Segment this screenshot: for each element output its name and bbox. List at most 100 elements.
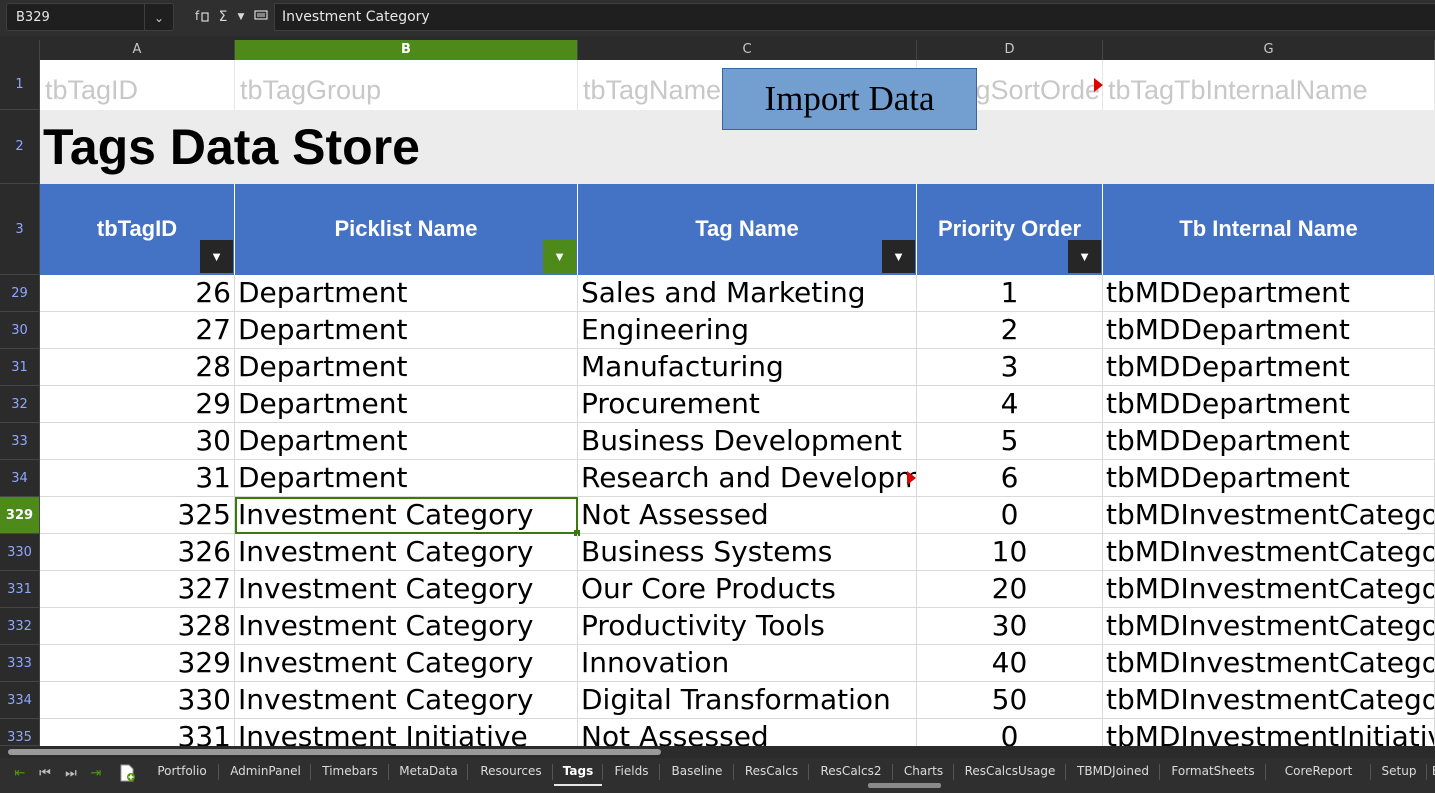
header-priority-order[interactable]: Priority Order ▼ [917,184,1103,275]
sum-dropdown-icon[interactable]: ▼ [234,7,248,27]
sum-icon[interactable]: Σ [214,7,232,27]
cell-internal-name[interactable]: tbMDInvestmentCategory [1103,534,1435,571]
row-header[interactable]: 31 [0,349,40,386]
sheet-tab-fields[interactable]: Fields [604,758,659,784]
sheet-tab-metadata[interactable]: MetaData [390,758,467,784]
cell-priority-order[interactable]: 4 [917,386,1103,423]
sheet-tab-formatsheets[interactable]: FormatSheets [1161,758,1265,784]
sheet-tab-tbmdjoined[interactable]: TBMDJoined [1067,758,1159,784]
row-header[interactable]: 332 [0,608,40,645]
cell-tag-name[interactable]: Engineering [578,312,917,349]
cell-internal-name[interactable]: tbMDInvestmentCategory [1103,608,1435,645]
add-sheet-icon[interactable] [116,764,138,784]
cell-tag-name[interactable]: Procurement [578,386,917,423]
row-header[interactable]: 335 [0,719,40,746]
sheet-tab-baseline[interactable]: Baseline [661,758,733,784]
horizontal-scrollbar[interactable] [0,746,1435,758]
header-tag-name[interactable]: Tag Name ▼ [578,184,917,275]
cell-picklist-name[interactable]: Investment Category [235,645,578,682]
cell-tag-id[interactable]: 31 [40,460,235,497]
sheet-tab-charts[interactable]: Charts [894,758,953,784]
cell-priority-order[interactable]: 0 [917,719,1103,746]
sheet-tab-adminpanel[interactable]: AdminPanel [221,758,310,784]
cell-tag-name[interactable]: Productivity Tools [578,608,917,645]
cell-tag-name[interactable]: Sales and Marketing [578,275,917,312]
cell-picklist-name[interactable]: Investment Category [235,608,578,645]
cell-picklist-name[interactable]: Department [235,460,578,497]
cell-tag-id[interactable]: 329 [40,645,235,682]
cell-internal-name[interactable]: tbMDInvestmentCategory [1103,497,1435,534]
sheet-tab-resources[interactable]: Resources [470,758,552,784]
select-all-corner[interactable] [0,40,40,60]
cell-tag-id[interactable]: 330 [40,682,235,719]
header-picklist-name[interactable]: Picklist Name ▼ [235,184,578,275]
cell-tag-id[interactable]: 328 [40,608,235,645]
cell-picklist-name[interactable]: Department [235,423,578,460]
column-header-c[interactable]: C [578,40,917,60]
cell-internal-name[interactable]: tbMDDepartment [1103,349,1435,386]
cell-picklist-name[interactable]: Department [235,312,578,349]
row-header[interactable]: 3 [0,184,40,275]
cell-tag-name[interactable]: Manufacturing [578,349,917,386]
cell-internal-name[interactable]: tbMDInvestmentCategory [1103,645,1435,682]
cell-picklist-name[interactable]: Investment Category [235,682,578,719]
formula-input[interactable]: Investment Category [274,3,1435,31]
sheet-tab-timebars[interactable]: Timebars [312,758,388,784]
cell-tag-name[interactable]: Business Development [578,423,917,460]
cell-tag-id[interactable]: 28 [40,349,235,386]
function-wizard-icon[interactable]: f [193,7,211,27]
page-title[interactable]: Tags Data Store [43,118,420,176]
filter-dropdown-icon[interactable]: ▼ [200,240,233,273]
cell-priority-order[interactable]: 3 [917,349,1103,386]
cell-priority-order[interactable]: 10 [917,534,1103,571]
cell-internal-name[interactable]: tbMDDepartment [1103,386,1435,423]
row-header[interactable]: 34 [0,460,40,497]
filter-active-icon[interactable]: ▼ [543,240,576,273]
column-header-a[interactable]: A [40,40,235,60]
filter-dropdown-icon[interactable]: ▼ [1068,240,1101,273]
row-header[interactable]: 30 [0,312,40,349]
name-box[interactable]: B329 ⌄ [6,3,174,31]
cell-tag-name[interactable]: Not Assessed [578,719,917,746]
cell-picklist-name[interactable]: Investment Category [235,534,578,571]
cell-internal-name[interactable]: tbMDInvestmentCategory [1103,682,1435,719]
cell-priority-order[interactable]: 40 [917,645,1103,682]
cell-picklist-name[interactable]: Investment Initiative [235,719,578,746]
cell-priority-order[interactable]: 5 [917,423,1103,460]
row-header[interactable]: 2 [0,110,40,184]
cell-picklist-name[interactable]: Department [235,349,578,386]
column-header-g[interactable]: G [1103,40,1435,60]
cell-internal-name[interactable]: tbMDInvestmentCategory [1103,571,1435,608]
sheet-tab-corereport[interactable]: CoreReport [1267,758,1370,784]
row-header[interactable]: 334 [0,682,40,719]
filter-dropdown-icon[interactable]: ▼ [882,240,915,273]
sheet-tab-setup[interactable]: Setup [1372,758,1426,784]
cell-picklist-name[interactable]: Investment Category [235,497,578,534]
cell-tag-id[interactable]: 27 [40,312,235,349]
sheet-tab-rescalcs[interactable]: ResCalcs [735,758,808,784]
cell-tag-id[interactable]: 29 [40,386,235,423]
cell-b1[interactable]: tbTagGroup [235,60,578,110]
row-header[interactable]: 29 [0,275,40,312]
cell-priority-order[interactable]: 1 [917,275,1103,312]
comment-indicator-icon[interactable] [907,471,916,485]
cell-tag-name[interactable]: Not Assessed [578,497,917,534]
last-sheet-icon[interactable]: ⇥ [85,764,107,784]
tab-scroll-indicator[interactable] [868,783,941,788]
first-sheet-icon[interactable]: ⇤ [9,764,31,784]
sheet-tab-portfolio[interactable]: Portfolio [146,758,218,784]
cell-a1[interactable]: tbTagID [40,60,235,110]
cell-tag-name[interactable]: Digital Transformation [578,682,917,719]
sheet-tab-b[interactable]: B [1426,758,1435,784]
row-header[interactable]: 32 [0,386,40,423]
cell-tag-id[interactable]: 30 [40,423,235,460]
formula-icon[interactable] [252,7,270,27]
column-header-b[interactable]: B [235,40,578,60]
previous-sheet-icon[interactable]: ⏮ [34,764,56,784]
cell-picklist-name[interactable]: Department [235,275,578,312]
next-sheet-icon[interactable]: ⏭ [60,764,82,784]
comment-indicator-icon[interactable] [1094,78,1103,92]
row-header[interactable]: 1 [0,60,40,110]
name-box-dropdown-icon[interactable]: ⌄ [144,4,173,30]
column-header-d[interactable]: D [917,40,1103,60]
